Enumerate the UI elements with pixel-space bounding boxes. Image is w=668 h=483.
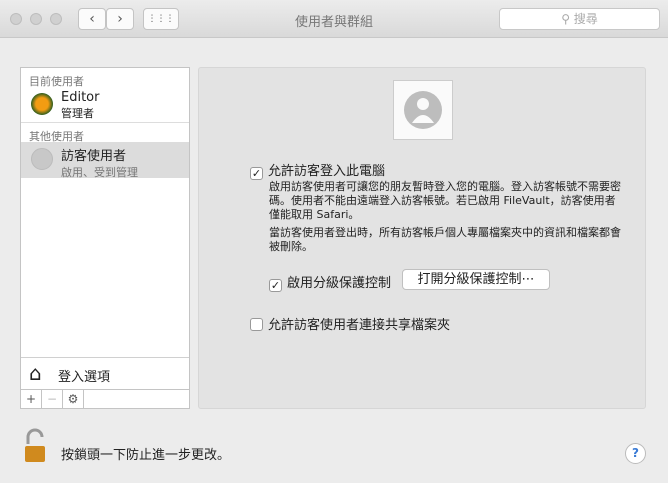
user-guest[interactable]: 訪客使用者 啟用、受到管理 [21, 142, 189, 179]
search-placeholder: 搜尋 [573, 12, 598, 26]
current-users-header: 目前使用者 [29, 75, 84, 88]
guest-picture[interactable] [393, 80, 453, 140]
user-name: Editor [61, 90, 100, 105]
shared-folders-label: 允許訪客使用者連接共享檔案夾 [268, 318, 451, 333]
login-options[interactable]: ⌂ 登入選項 [21, 357, 189, 389]
checkbox-unchecked[interactable] [250, 318, 263, 331]
user-role: 管理者 [61, 107, 94, 120]
user-list: 目前使用者 Editor 管理者 其他使用者 訪客使用者 啟用、受到管理 ⌂ 登入… [20, 67, 190, 409]
gear-icon[interactable]: ⚙ [63, 390, 84, 408]
login-options-label: 登入選項 [58, 370, 111, 385]
search-input[interactable]: ⚲ 搜尋 [499, 8, 660, 30]
user-status: 啟用、受到管理 [61, 166, 138, 179]
allow-guest-label: 允許訪客登入此電腦 [268, 164, 386, 179]
person-icon [404, 91, 442, 129]
list-toolbar: + − ⚙ [21, 389, 189, 408]
guest-avatar-icon [31, 148, 53, 170]
remove-user-button[interactable]: − [42, 390, 63, 408]
open-parental-controls-button[interactable]: 打開分級保護控制⋯ [402, 269, 550, 290]
parental-label: 啟用分級保護控制 [287, 276, 392, 291]
help-button[interactable]: ? [625, 443, 646, 464]
checkbox-checked[interactable]: ✓ [269, 279, 282, 292]
checkbox-checked[interactable]: ✓ [250, 167, 263, 180]
parental-controls-checkbox[interactable]: ✓ 啟用分級保護控制 [269, 272, 391, 292]
other-users-header: 其他使用者 [29, 130, 84, 143]
user-avatar [31, 93, 53, 115]
guest-delete-note: 當訪客使用者登出時，所有訪客帳戶個人專屬檔案夾中的資訊和檔案都會被刪除。 [269, 226, 621, 253]
lock-icon[interactable] [24, 428, 46, 467]
title-bar: ‹ › ⋮⋮⋮ 使用者與群組 ⚲ 搜尋 [0, 0, 668, 38]
add-user-button[interactable]: + [21, 390, 42, 408]
search-icon: ⚲ [561, 12, 574, 26]
allow-guest-checkbox[interactable]: ✓ 允許訪客登入此電腦 [250, 160, 385, 180]
house-icon: ⌂ [29, 361, 42, 385]
user-name: 訪客使用者 [61, 149, 127, 164]
shared-folders-checkbox[interactable]: 允許訪客使用者連接共享檔案夾 [250, 314, 450, 333]
guest-settings-panel: ✓ 允許訪客登入此電腦 啟用訪客使用者可讓您的朋友暫時登入您的電腦。登入訪客帳號不… [198, 67, 646, 409]
lock-text: 按鎖頭一下防止進一步更改。 [61, 448, 231, 463]
guest-description: 啟用訪客使用者可讓您的朋友暫時登入您的電腦。登入訪客帳號不需要密碼。使用者不能由… [269, 180, 621, 221]
user-editor[interactable]: Editor 管理者 [21, 87, 189, 123]
